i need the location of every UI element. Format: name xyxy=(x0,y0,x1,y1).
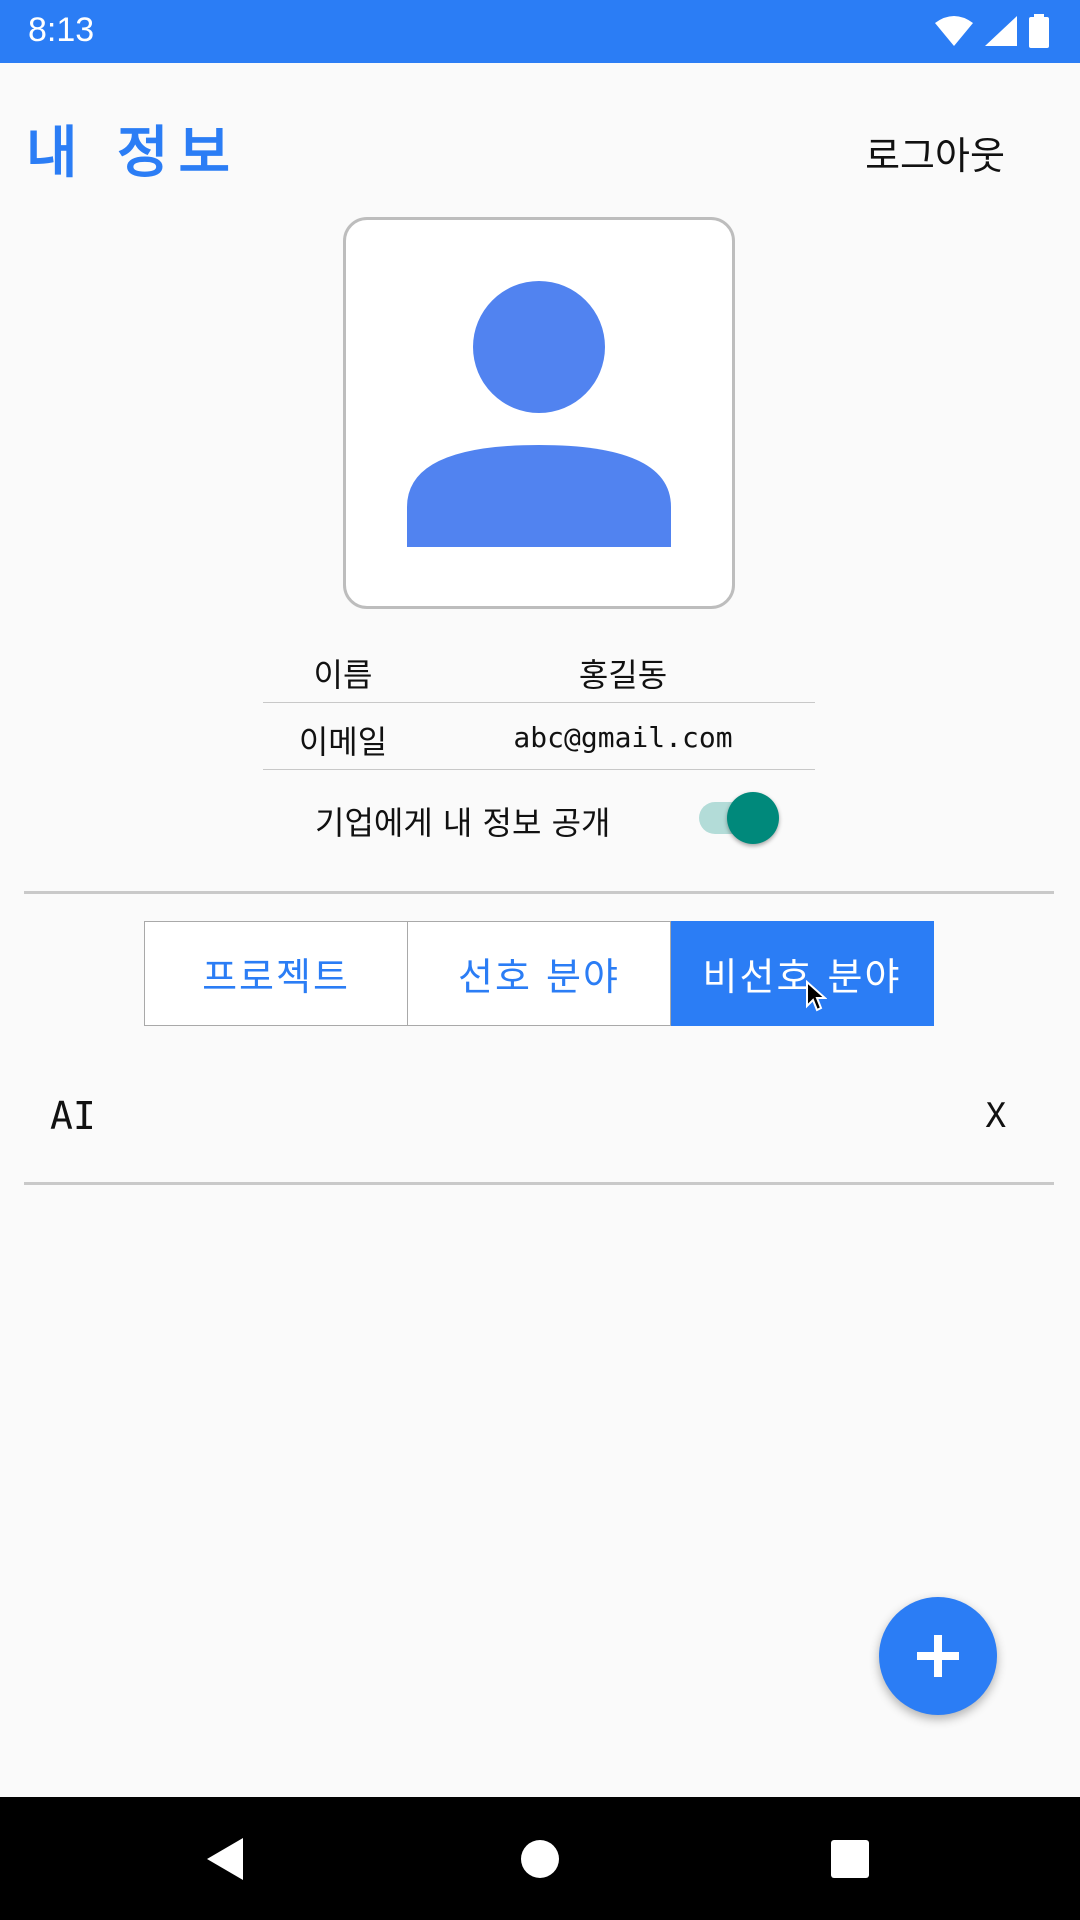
wifi-icon xyxy=(935,16,973,46)
section-divider xyxy=(24,891,1054,894)
email-value: abc@gmail.com xyxy=(513,721,733,754)
navigation-bar xyxy=(0,1797,1080,1920)
public-info-toggle[interactable] xyxy=(695,792,781,844)
profile-avatar[interactable] xyxy=(343,217,735,609)
nav-recents-button[interactable] xyxy=(820,1829,880,1889)
email-row: 이메일 abc@gmail.com xyxy=(263,703,815,770)
mouse-cursor-icon xyxy=(806,980,827,1012)
nav-home-button[interactable] xyxy=(510,1829,570,1889)
signal-icon xyxy=(985,16,1017,46)
name-label: 이름 xyxy=(313,656,373,694)
toggle-thumb xyxy=(727,792,779,844)
battery-icon xyxy=(1029,14,1049,48)
public-info-label: 기업에게 내 정보 공개 xyxy=(315,804,611,842)
tab-projects[interactable]: 프로젝트 xyxy=(144,921,408,1026)
home-icon xyxy=(521,1840,559,1878)
nav-back-button[interactable] xyxy=(195,1829,255,1889)
status-time: 8:13 xyxy=(28,11,95,49)
remove-item-button[interactable]: X xyxy=(986,1096,1006,1136)
status-icons xyxy=(934,14,1050,48)
page-title: 내 정보 xyxy=(26,121,241,186)
add-button[interactable] xyxy=(879,1597,997,1715)
recents-icon xyxy=(831,1840,869,1878)
email-label: 이메일 xyxy=(298,723,388,761)
tab-preferred-fields[interactable]: 선호 분야 xyxy=(408,921,671,1026)
person-icon xyxy=(407,281,671,547)
logout-button[interactable]: 로그아웃 xyxy=(850,125,1020,180)
plus-icon xyxy=(917,1635,959,1677)
status-bar: 8:13 xyxy=(0,0,1080,63)
info-table: 이름 홍길동 이메일 abc@gmail.com xyxy=(263,636,815,770)
tab-non-preferred-fields[interactable]: 비선호 분야 xyxy=(671,921,934,1026)
list-item-text: AI xyxy=(50,1094,96,1138)
name-value: 홍길동 xyxy=(578,656,668,694)
list-item: AI X xyxy=(24,1060,1054,1180)
name-row: 이름 홍길동 xyxy=(263,636,815,703)
back-icon xyxy=(207,1838,243,1880)
list-divider xyxy=(24,1182,1054,1185)
